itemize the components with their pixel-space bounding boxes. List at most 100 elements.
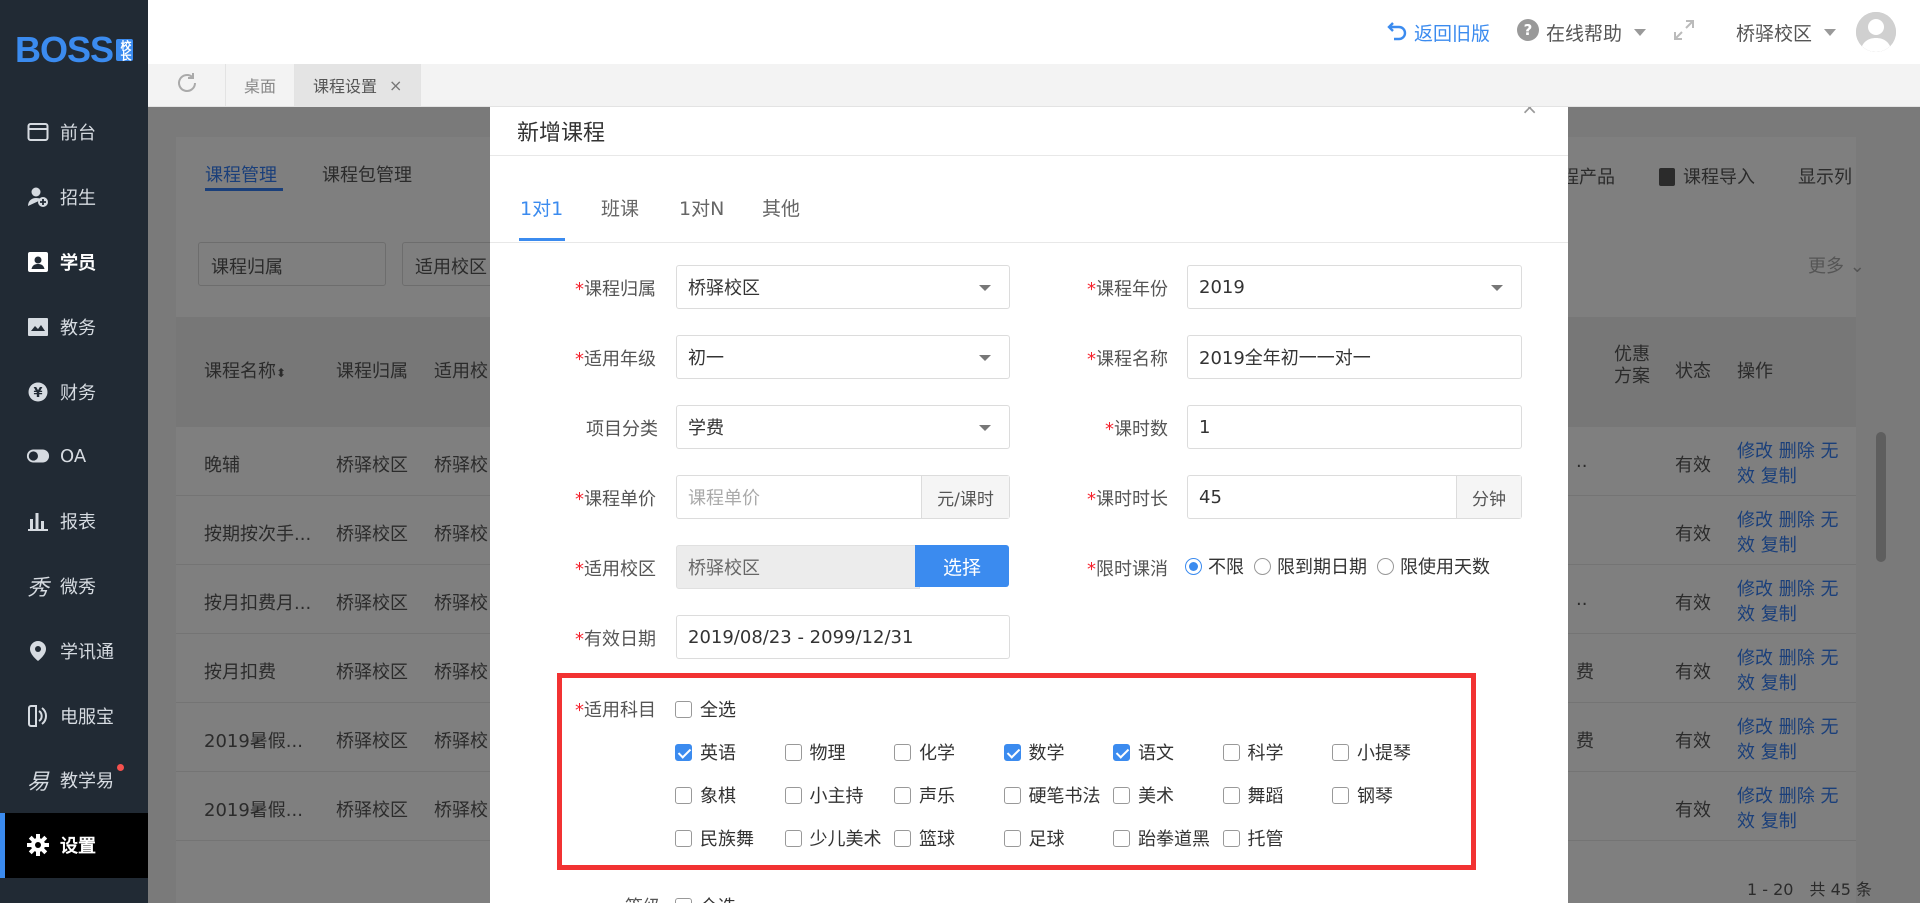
radio-checked[interactable] xyxy=(1185,557,1202,575)
course-name-input[interactable]: 2019全年初一一对一 xyxy=(1187,335,1522,379)
col-owner: 课程归属 xyxy=(336,361,408,382)
highlight-box xyxy=(557,673,1476,870)
chevron-down-icon xyxy=(1491,285,1503,291)
filter-campus-select[interactable]: 适用校区 xyxy=(402,242,502,286)
boss-logo[interactable]: BOSS 校长 xyxy=(0,0,148,100)
sort-icon: ⬍ xyxy=(276,366,287,380)
category-select[interactable]: 学费 xyxy=(676,405,1010,449)
course-product-button[interactable]: 程产品 xyxy=(1561,163,1615,189)
year-select[interactable]: 2019 xyxy=(1187,265,1522,309)
grade-select[interactable]: 初一 xyxy=(676,335,1010,379)
choose-campus-button[interactable]: 选择 xyxy=(915,545,1009,587)
pagination-info: 1 - 20 共 45 条 xyxy=(1747,880,1873,899)
level-select-all[interactable]: 全选 xyxy=(675,893,736,903)
course-type-tabs: 1对1 班课 1对N 其他 xyxy=(490,156,1568,243)
row-actions[interactable]: 修改 删除 无效 复制 xyxy=(1737,439,1838,489)
limit-label: *限时课消 xyxy=(1087,559,1168,580)
sidebar-item-jiaoxueyi[interactable]: 易 教学易 xyxy=(0,748,148,813)
page-tab-course-settings[interactable]: 课程设置 × xyxy=(295,64,422,106)
level-label: 等级 xyxy=(625,893,661,903)
active-tab-indicator xyxy=(519,238,565,241)
sidebar: BOSS 校长 前台 招生 学员 教务 ¥ 财务 OA 报表 秀 微秀 学讯通 电… xyxy=(0,0,148,903)
duration-input[interactable]: 45 分钟 xyxy=(1187,475,1522,519)
campus-field: 桥驿校区 xyxy=(676,545,920,589)
date-range-input[interactable]: 2019/08/23 - 2099/12/31 xyxy=(676,615,1010,659)
row-actions[interactable]: 修改 删除 无效 复制 xyxy=(1737,646,1838,696)
limit-option-expiry[interactable]: 限到期日期 xyxy=(1254,553,1367,579)
refresh-button[interactable] xyxy=(148,64,226,106)
sidebar-item-reports[interactable]: 报表 xyxy=(0,489,148,554)
col-actions: 操作 xyxy=(1737,361,1773,382)
notification-dot xyxy=(117,763,124,771)
col-discount: 优惠方案 xyxy=(1614,344,1650,387)
sidebar-item-xuexuntong[interactable]: 学讯通 xyxy=(0,618,148,683)
tab-other[interactable]: 其他 xyxy=(762,194,800,221)
tab-one-on-n[interactable]: 1对N xyxy=(679,194,724,221)
limit-option-unlimited[interactable]: 不限 xyxy=(1185,553,1244,579)
top-bar: 返回旧版 ? 在线帮助 桥驿校区 xyxy=(148,0,1920,64)
sidebar-item-settings[interactable]: 设置 xyxy=(0,812,148,878)
sidebar-item-enroll[interactable]: 招生 xyxy=(0,165,148,230)
sidebar-item-academic[interactable]: 教务 xyxy=(0,294,148,359)
refresh-icon xyxy=(176,72,198,99)
yen-icon: ¥ xyxy=(26,380,50,404)
sidebar-item-label: 微秀 xyxy=(60,576,96,598)
fullscreen-button[interactable] xyxy=(1672,18,1696,47)
chevron-down-icon xyxy=(979,285,991,291)
sidebar-item-label: 教学易 xyxy=(60,771,114,793)
sidebar-item-label: 报表 xyxy=(60,512,96,534)
hours-input[interactable]: 1 xyxy=(1187,405,1522,449)
chevron-down-icon xyxy=(979,355,991,361)
yi-icon: 易 xyxy=(26,770,49,796)
duration-unit: 分钟 xyxy=(1456,476,1521,518)
col-course-name[interactable]: 课程名称⬍ xyxy=(204,357,286,383)
sidebar-item-frontdesk[interactable]: 前台 xyxy=(0,100,148,165)
row-actions[interactable]: 修改 删除 无效 复制 xyxy=(1737,577,1838,627)
limit-option-days[interactable]: 限使用天数 xyxy=(1377,553,1490,579)
tab-course-management[interactable]: 课程管理 xyxy=(205,161,277,187)
course-import-button[interactable]: 课程导入 xyxy=(1659,163,1755,189)
limit-radio-group: 不限 限到期日期 限使用天数 xyxy=(1185,553,1500,579)
date-label: *有效日期 xyxy=(575,629,656,650)
row-actions[interactable]: 修改 删除 无效 复制 xyxy=(1737,715,1838,765)
sidebar-item-label: OA xyxy=(60,445,87,467)
sidebar-item-finance[interactable]: ¥ 财务 xyxy=(0,359,148,424)
sidebar-item-label: 电服宝 xyxy=(60,706,114,728)
row-actions[interactable]: 修改 删除 无效 复制 xyxy=(1737,784,1838,834)
filter-owner-select[interactable]: 课程归属 xyxy=(198,242,386,286)
chevron-down-icon xyxy=(1824,28,1836,36)
help-icon: ? xyxy=(1516,18,1540,47)
id-card-icon xyxy=(26,250,50,274)
user-add-icon xyxy=(26,185,50,209)
owner-select[interactable]: 桥驿校区 xyxy=(676,265,1010,309)
row-actions[interactable]: 修改 删除 无效 复制 xyxy=(1737,508,1838,558)
sidebar-item-label: 教务 xyxy=(60,317,96,339)
tab-package-management[interactable]: 课程包管理 xyxy=(322,161,412,187)
tab-class[interactable]: 班课 xyxy=(601,194,639,221)
radio-unchecked[interactable] xyxy=(1377,557,1394,575)
sidebar-item-dianfubao[interactable]: 电服宝 xyxy=(0,683,148,748)
page-tab-desktop[interactable]: 桌面 xyxy=(226,64,296,106)
price-input[interactable]: 课程单价 元/课时 xyxy=(676,475,1010,519)
campus-switcher[interactable]: 桥驿校区 xyxy=(1736,19,1836,46)
sidebar-item-oa[interactable]: OA xyxy=(0,424,148,489)
price-unit: 元/课时 xyxy=(921,476,1009,518)
sidebar-item-label: 设置 xyxy=(60,836,96,858)
sidebar-item-students[interactable]: 学员 xyxy=(0,230,148,295)
toggle-icon xyxy=(26,444,50,468)
checkbox[interactable] xyxy=(675,897,692,903)
table-scrollbar[interactable] xyxy=(1876,432,1886,562)
close-icon[interactable]: × xyxy=(1521,107,1538,119)
display-columns-button[interactable]: 显示列 xyxy=(1798,163,1852,189)
monitor-icon xyxy=(26,120,50,144)
sidebar-item-weixiu[interactable]: 秀 微秀 xyxy=(0,554,148,619)
gear-icon xyxy=(26,833,50,857)
sidebar-item-label: 学讯通 xyxy=(60,641,114,663)
radio-unchecked[interactable] xyxy=(1254,557,1271,575)
tab-one-on-one[interactable]: 1对1 xyxy=(520,194,563,221)
avatar[interactable] xyxy=(1856,12,1896,52)
close-icon[interactable]: × xyxy=(389,76,402,95)
online-help-menu[interactable]: ? 在线帮助 xyxy=(1516,18,1646,47)
more-filters-link[interactable]: 更多 ⌄ xyxy=(1808,252,1865,278)
back-to-old-version-link[interactable]: 返回旧版 xyxy=(1386,19,1490,46)
